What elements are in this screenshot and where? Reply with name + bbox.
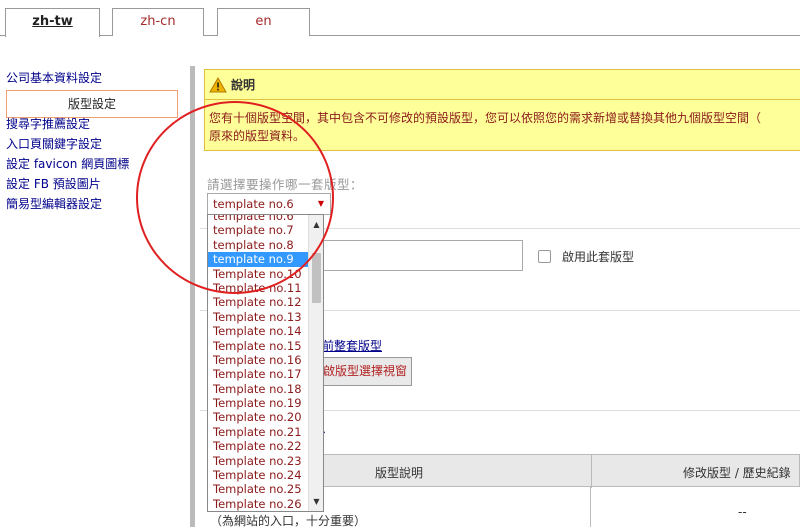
dropdown-option[interactable]: Template no.11: [208, 281, 309, 295]
dropdown-option[interactable]: Template no.13: [208, 310, 309, 324]
dropdown-option[interactable]: Template no.20: [208, 410, 309, 424]
dropdown-option[interactable]: Template no.27: [208, 511, 309, 512]
template-select-value: template no.6: [213, 197, 294, 211]
dropdown-option[interactable]: template no.9: [208, 252, 309, 267]
dropdown-option[interactable]: Template no.15: [208, 339, 309, 353]
row-description-text: （為網站的入口，十分重要）: [210, 514, 367, 528]
template-name-input[interactable]: [318, 240, 523, 271]
dropdown-option[interactable]: Template no.14: [208, 324, 309, 338]
sidebar-item-simple-editor[interactable]: 簡易型編輯器設定: [6, 196, 178, 216]
row-history-value: --: [738, 505, 747, 519]
sidebar-item-entry-keywords[interactable]: 入口頁關鍵字設定: [6, 136, 178, 156]
dropdown-option[interactable]: Template no.18: [208, 382, 309, 396]
dropdown-scrollbar[interactable]: ▲ ▼: [308, 215, 323, 511]
row-column-divider: [590, 487, 591, 527]
dropdown-option[interactable]: template no.8: [208, 238, 309, 252]
sidebar-item-favicon[interactable]: 設定 favicon 網頁圖標: [6, 156, 178, 176]
vertical-divider: [190, 66, 195, 527]
column-divider: [591, 455, 592, 488]
dropdown-option[interactable]: Template no.10: [208, 267, 309, 281]
tab-en[interactable]: en: [217, 8, 310, 36]
settings-sidebar: 公司基本資料設定 版型設定 搜尋字推薦設定 入口頁關鍵字設定 設定 favico…: [6, 70, 178, 216]
notice-header: 說明: [205, 70, 800, 100]
enable-template-checkbox[interactable]: [538, 250, 551, 263]
open-template-window-button[interactable]: 啟版型選擇視窗: [318, 357, 412, 386]
template-table-header: 版型說明 修改版型 / 歷史紀錄: [322, 454, 800, 488]
dropdown-option[interactable]: Template no.22: [208, 439, 309, 453]
sidebar-item-search-words[interactable]: 搜尋字推薦設定: [6, 116, 178, 136]
dropdown-option[interactable]: template no.7: [208, 223, 309, 237]
scrollbar-thumb[interactable]: [312, 253, 321, 303]
dropdown-option[interactable]: Template no.21: [208, 425, 309, 439]
copy-template-link[interactable]: 前整套版型: [322, 337, 382, 354]
template-select-label: 請選擇要操作哪一套版型：: [207, 177, 364, 192]
dropdown-option[interactable]: template no.6: [208, 215, 309, 223]
dropdown-options: template no.6 template no.7 template no.8 t…: [208, 215, 309, 512]
notice-line-1: 您有十個版型空間，其中包含不可修改的預設版型，您可以依照您的需求新增或替換其他九…: [209, 111, 762, 125]
notice-text: 您有十個版型空間，其中包含不可修改的預設版型，您可以依照您的需求新增或替換其他九…: [205, 100, 800, 145]
notice-line-2: 原來的版型資料。: [209, 129, 306, 143]
column-header-description: 版型說明: [375, 466, 424, 480]
enable-template-label: 啟用此套版型: [562, 250, 635, 264]
dropdown-option[interactable]: Template no.17: [208, 367, 309, 381]
language-tab-bar: zh-tw zh-cn en: [0, 0, 800, 37]
template-select[interactable]: template no.6 ▼: [207, 193, 331, 215]
warning-icon: [209, 76, 227, 92]
chevron-down-icon: ▼: [317, 199, 324, 208]
dropdown-option[interactable]: Template no.23: [208, 454, 309, 468]
scroll-down-icon[interactable]: ▼: [309, 494, 323, 509]
dropdown-option[interactable]: Template no.16: [208, 353, 309, 367]
sidebar-item-template-settings[interactable]: 版型設定: [6, 90, 178, 118]
dropdown-option[interactable]: Template no.25: [208, 482, 309, 496]
template-dropdown-list[interactable]: template no.6 template no.7 template no.8 t…: [207, 214, 324, 512]
scroll-up-icon[interactable]: ▲: [309, 217, 323, 232]
dropdown-option[interactable]: Template no.12: [208, 295, 309, 309]
dropdown-option[interactable]: Template no.24: [208, 468, 309, 482]
dropdown-option[interactable]: Template no.26: [208, 497, 309, 511]
dropdown-option[interactable]: Template no.19: [208, 396, 309, 410]
tab-zh-tw[interactable]: zh-tw: [5, 8, 100, 37]
column-header-history: 修改版型 / 歷史紀錄: [683, 466, 791, 480]
sidebar-item-fb-image[interactable]: 設定 FB 預設圖片: [6, 176, 178, 196]
tab-zh-cn[interactable]: zh-cn: [112, 8, 204, 36]
notice-box: 說明 您有十個版型空間，其中包含不可修改的預設版型，您可以依照您的需求新增或替換…: [204, 69, 800, 151]
notice-title: 說明: [231, 78, 256, 92]
sidebar-item-company-info[interactable]: 公司基本資料設定: [6, 70, 178, 90]
